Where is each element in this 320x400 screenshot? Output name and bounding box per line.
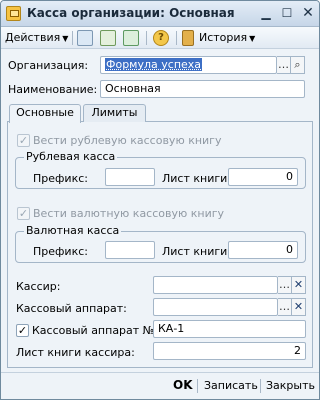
maximize-icon[interactable]: ☐ [279,5,295,21]
register-label: Кассовый аппарат: [16,302,127,315]
register-select-button[interactable]: … [278,298,292,316]
chevron-down-icon: ▼ [249,34,256,43]
footer-bar: OK Записать Закрыть [1,372,319,399]
ok-button[interactable]: OK [173,378,193,392]
ruble-cash-title: Рублевая касса [24,150,118,163]
cash-register-icon [6,6,21,21]
register-number-field[interactable]: КА-1 [153,320,306,338]
history-icon [182,30,194,46]
ruble-book-label: Вести рублевую кассовую книгу [33,134,222,147]
register-number-checkbox[interactable]: ✓ [16,324,29,337]
tab-panel-main: ✓ Вести рублевую кассовую книгу Рублевая… [7,121,313,368]
tab-limits[interactable]: Лимиты [83,104,146,122]
currency-prefix-field[interactable] [105,241,155,259]
cashier-sheet-field[interactable]: 2 [153,342,306,360]
toolbar-divider [72,31,73,45]
footer-divider [260,379,261,393]
organization-field[interactable]: Формула успеха [100,56,277,74]
organization-value: Формула успеха [105,58,203,71]
history-menu-button[interactable]: История ▼ [199,30,255,46]
window-title: Касса организации: Основная [27,6,235,20]
currency-cash-group: Валютная касса Префикс: Лист книги: 0 [15,224,306,263]
actions-menu-label: Действия [5,31,61,44]
copy-icon[interactable] [100,30,116,46]
refresh-icon[interactable] [123,30,139,46]
new-document-icon[interactable] [77,30,93,46]
toolbar-divider [146,31,147,45]
register-number-label: Кассовый аппарат №: [32,324,158,337]
ruble-book-checkbox[interactable]: ✓ [17,134,30,147]
history-menu-label: История [199,31,248,44]
organization-open-icon[interactable]: ⌕ [291,56,305,74]
currency-book-checkbox[interactable]: ✓ [17,207,30,220]
close-icon[interactable]: ✕ [300,5,316,21]
close-button[interactable]: Закрыть [266,379,315,392]
register-clear-icon[interactable]: ✕ [292,298,306,316]
cashier-field[interactable] [153,276,278,294]
toolbar: Действия ▼ ? История ▼ [1,27,319,49]
help-icon[interactable]: ? [153,30,169,46]
footer-divider [197,379,198,393]
currency-cash-title: Валютная касса [24,224,122,237]
currency-sheet-label: Лист книги: [162,245,231,258]
organization-select-button[interactable]: … [277,56,291,74]
minimize-icon[interactable]: ▁ [258,5,274,21]
cashier-clear-icon[interactable]: ✕ [292,276,306,294]
name-label: Наименование: [8,83,98,96]
cashier-label: Кассир: [16,280,61,293]
title-bar[interactable]: Касса организации: Основная ▁ ☐ ✕ [1,1,319,27]
cashier-sheet-label: Лист книги кассира: [16,346,135,359]
dialog-window: Касса организации: Основная ▁ ☐ ✕ Действ… [0,0,320,400]
currency-prefix-label: Префикс: [33,245,88,258]
name-field[interactable]: Основная [100,80,305,98]
ruble-cash-group: Рублевая касса Префикс: Лист книги: 0 [15,150,306,189]
ruble-sheet-field[interactable]: 0 [228,168,298,186]
ruble-prefix-label: Префикс: [33,172,88,185]
ruble-sheet-label: Лист книги: [162,172,231,185]
ruble-prefix-field[interactable] [105,168,155,186]
toolbar-divider [176,31,177,45]
save-button[interactable]: Записать [204,379,258,392]
organization-label: Организация: [8,59,89,72]
register-field[interactable] [153,298,278,316]
currency-sheet-field[interactable]: 0 [228,241,298,259]
actions-menu-button[interactable]: Действия ▼ [5,30,68,46]
currency-book-label: Вести валютную кассовую книгу [33,207,225,220]
cashier-select-button[interactable]: … [278,276,292,294]
chevron-down-icon: ▼ [62,34,69,43]
